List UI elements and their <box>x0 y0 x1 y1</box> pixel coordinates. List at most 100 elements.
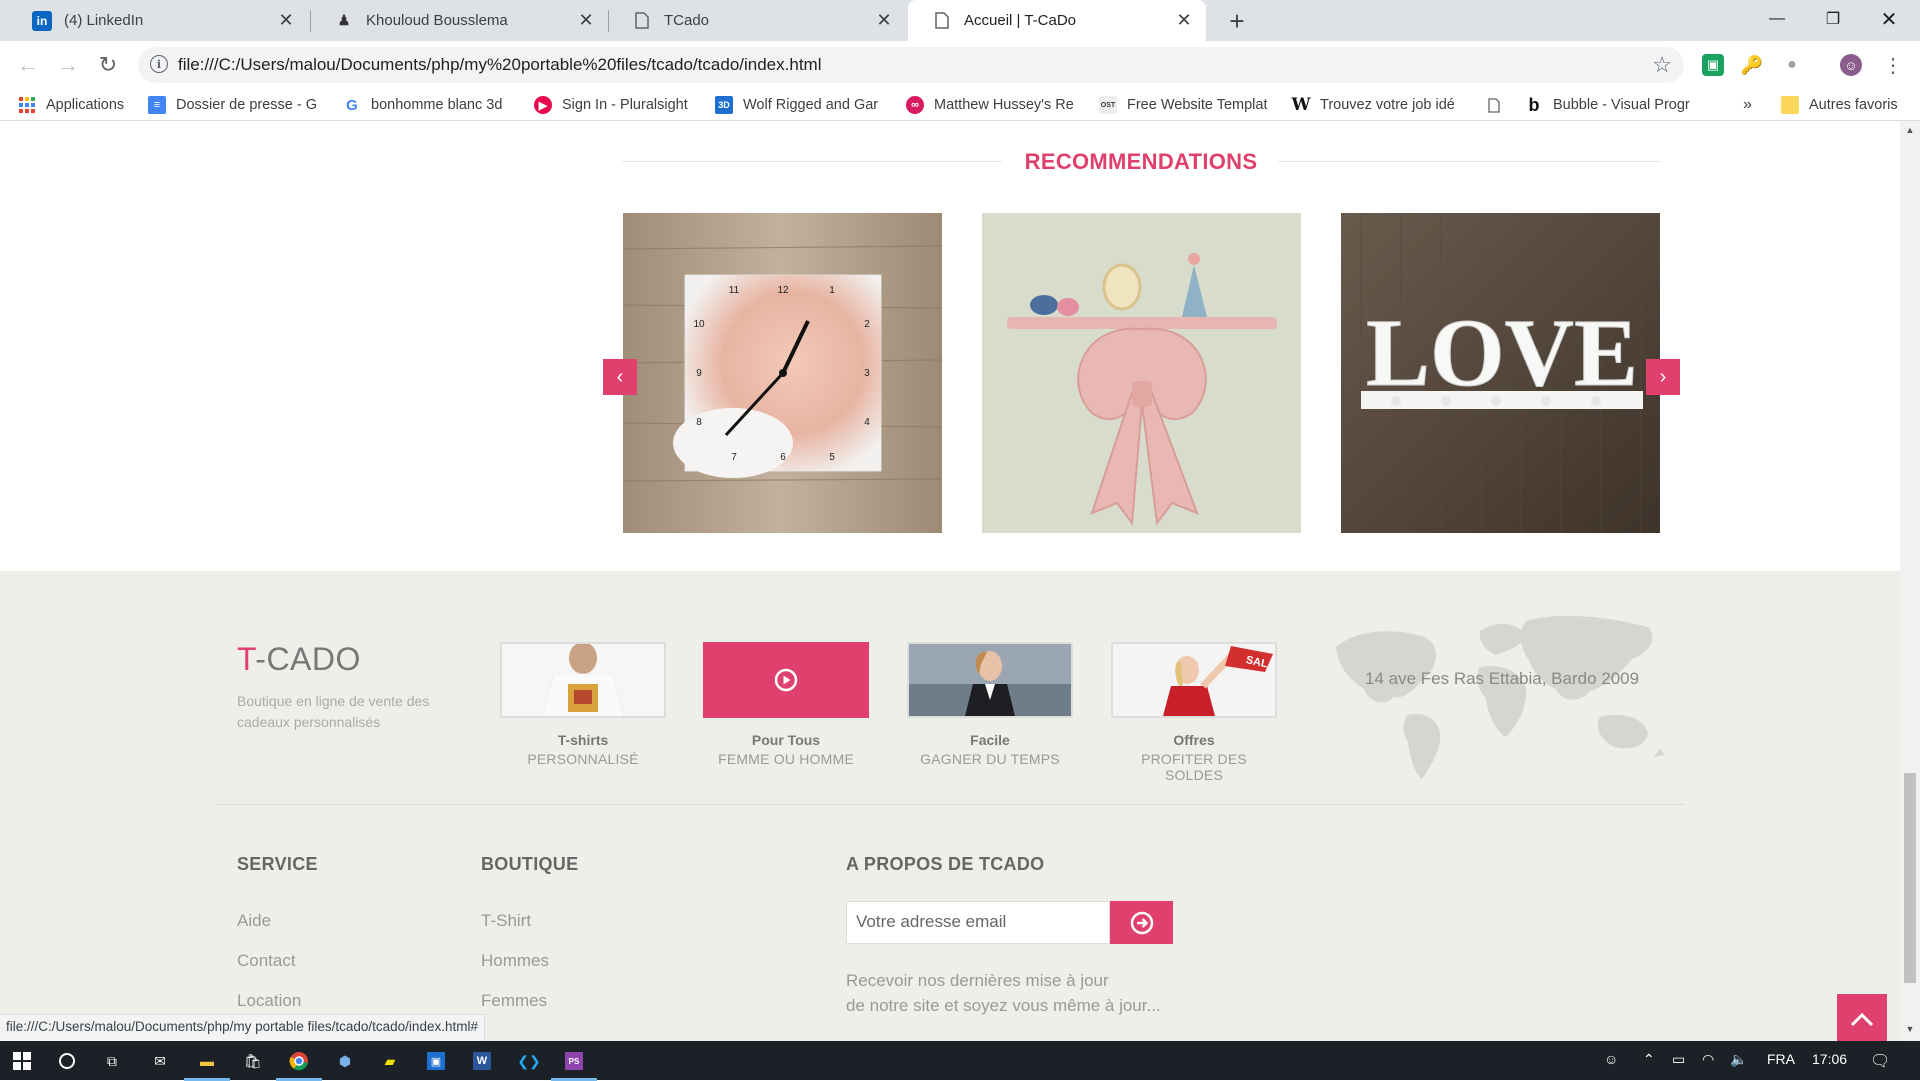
store-icon[interactable]: 🛍 <box>238 1046 268 1076</box>
link-contact[interactable]: Contact <box>237 951 296 971</box>
bookmark-label: Dossier de presse - G <box>176 97 318 113</box>
clock-number: 6 <box>780 452 786 463</box>
avatar[interactable]: ☺ <box>1840 54 1862 76</box>
recommendation-love-rack-image[interactable]: LOVE <box>1341 213 1660 533</box>
chevron-up-icon <box>1850 1012 1874 1027</box>
bookmark-other[interactable]: Autres favoris <box>1781 94 1898 116</box>
back-button[interactable]: ← <box>12 49 44 81</box>
url-text[interactable]: file:///C:/Users/malou/Documents/php/my%… <box>178 55 821 75</box>
battery-icon[interactable]: ▭ <box>1672 1051 1685 1068</box>
forward-button[interactable]: → <box>52 49 84 81</box>
people-icon[interactable]: ☺ <box>1604 1051 1618 1067</box>
minimize-button[interactable]: — <box>1750 0 1804 38</box>
address-bar[interactable]: i file:///C:/Users/malou/Documents/php/m… <box>138 47 1684 83</box>
link-aide[interactable]: Aide <box>237 911 271 931</box>
file-explorer-icon[interactable]: ▬ <box>184 1046 230 1081</box>
close-icon[interactable]: ✕ <box>1172 9 1196 33</box>
tab-accueil[interactable]: Accueil | T-CaDo ✕ <box>908 0 1206 41</box>
link-location[interactable]: Location <box>237 991 301 1011</box>
feature-pour-tous[interactable]: Pour Tous FEMME OU HOMME <box>703 642 869 767</box>
language-indicator[interactable]: FRA <box>1767 1051 1795 1067</box>
link-hommes[interactable]: Hommes <box>481 951 549 971</box>
chrome-icon[interactable] <box>276 1046 322 1081</box>
window-close-button[interactable]: ✕ <box>1862 0 1916 38</box>
world-map-image <box>1336 615 1664 779</box>
bookmark-star-icon[interactable]: ☆ <box>1652 52 1672 78</box>
info-icon[interactable]: i <box>150 55 168 73</box>
boutique-title: BOUTIQUE <box>481 854 579 874</box>
new-tab-button[interactable]: + <box>1222 6 1252 36</box>
carousel-prev-button[interactable]: ‹ <box>603 359 637 395</box>
newsletter-line: Recevoir nos dernières mise à jour <box>846 971 1109 990</box>
3d-icon: 3D <box>715 96 733 114</box>
menu-icon[interactable]: ⋮ <box>1882 54 1904 77</box>
bookmark-blank[interactable] <box>1485 94 1513 116</box>
tab-strip: in (4) LinkedIn ✕ ♟ Khouloud Bousslema ✕… <box>0 0 1920 41</box>
link-tshirt[interactable]: T-Shirt <box>481 911 531 931</box>
extension-icon[interactable]: ▣ <box>1702 54 1724 76</box>
3d-app-icon[interactable]: ⬢ <box>330 1046 360 1076</box>
close-icon[interactable]: ✕ <box>274 9 298 33</box>
mail-icon[interactable]: ✉ <box>145 1046 175 1076</box>
app-icon[interactable]: ▣ <box>421 1046 451 1076</box>
phpstorm-icon[interactable]: PS <box>551 1046 597 1081</box>
task-view-icon[interactable]: ⧉ <box>97 1046 127 1076</box>
chevron-up-icon[interactable]: ⌃ <box>1643 1051 1655 1068</box>
bookmark-bonhomme[interactable]: G bonhomme blanc 3d <box>343 94 502 116</box>
google-icon: G <box>346 96 358 114</box>
tab-tcado[interactable]: TCado ✕ <box>608 0 906 41</box>
email-input[interactable]: Votre adresse email <box>846 901 1110 944</box>
scroll-down-arrow[interactable]: ▼ <box>1904 1024 1916 1038</box>
reload-button[interactable]: ↻ <box>92 49 124 81</box>
restore-button[interactable]: ❐ <box>1806 0 1860 38</box>
page-icon <box>632 11 652 31</box>
carousel-next-button[interactable]: › <box>1646 359 1680 395</box>
sticky-notes-icon[interactable]: ▰ <box>375 1046 405 1076</box>
feature-tshirts[interactable]: T-shirts PERSONNALISÉ <box>500 642 666 767</box>
vscode-icon[interactable]: ❮❯ <box>514 1046 544 1076</box>
bookmark-applications[interactable]: Applications <box>18 94 124 116</box>
cortana-icon[interactable] <box>52 1046 82 1076</box>
feature-thumb-tshirt <box>500 642 666 718</box>
newsletter-text: Recevoir nos dernières mise à jour de no… <box>846 968 1161 1018</box>
feature-subtitle: PERSONNALISÉ <box>527 751 639 767</box>
tab-linkedin[interactable]: in (4) LinkedIn ✕ <box>8 0 308 41</box>
recommendation-clock-image[interactable]: 12 1 2 3 4 5 6 7 8 9 10 11 <box>623 213 942 533</box>
bookmarks-overflow[interactable]: » <box>1743 94 1752 116</box>
bookmark-pluralsight[interactable]: ▶ Sign In - Pluralsight <box>534 94 688 116</box>
bookmark-dossier[interactable]: ≡ Dossier de presse - G <box>148 94 317 116</box>
bookmark-wolf[interactable]: 3D Wolf Rigged and Gar <box>715 94 878 116</box>
link-femmes[interactable]: Femmes <box>481 991 547 1011</box>
close-icon[interactable]: ✕ <box>872 9 896 33</box>
bookmark-templates[interactable]: OST Free Website Templat <box>1099 94 1267 116</box>
clock[interactable]: 17:06 <box>1812 1051 1847 1067</box>
notifications-icon[interactable]: 🗨 <box>1870 1051 1890 1071</box>
feature-offres[interactable]: SAL Offres PROFITER DES SOLDES <box>1111 642 1277 783</box>
bookmark-bubble[interactable]: b Bubble - Visual Progr <box>1525 94 1690 116</box>
love-text: LOVE <box>1366 299 1638 406</box>
windows-start-icon[interactable] <box>7 1046 37 1076</box>
feature-facile[interactable]: Facile GAGNER DU TEMPS <box>907 642 1073 767</box>
wifi-icon[interactable]: ◠ <box>1702 1051 1714 1068</box>
close-icon[interactable]: ✕ <box>574 9 598 33</box>
bookmark-label: Sign In - Pluralsight <box>562 97 688 113</box>
feature-thumb-sale: SAL <box>1111 642 1277 718</box>
newsletter-line: de notre site et soyez vous même à jour.… <box>846 996 1161 1015</box>
pluralsight-icon: ▶ <box>534 96 552 114</box>
key-extension-icon[interactable]: 🔑 <box>1741 54 1763 76</box>
word-icon[interactable]: W <box>467 1046 497 1076</box>
scroll-up-arrow[interactable]: ▲ <box>1904 125 1916 139</box>
recommendation-bow-shelf-image[interactable] <box>982 213 1301 533</box>
scrollbar-thumb[interactable] <box>1904 773 1916 983</box>
bookmark-hussey[interactable]: ∞ Matthew Hussey's Re <box>906 94 1074 116</box>
shield-extension-icon[interactable]: ● <box>1781 54 1803 76</box>
footer-brand[interactable]: T-CADO <box>237 641 361 678</box>
tab-khouloud[interactable]: ♟ Khouloud Bousslema ✕ <box>310 0 608 41</box>
clock-number: 7 <box>731 452 737 463</box>
folder-icon <box>1781 96 1799 114</box>
back-to-top-button[interactable] <box>1837 994 1887 1041</box>
volume-icon[interactable]: 🔈 <box>1730 1051 1747 1068</box>
bookmark-job[interactable]: W Trouvez votre job idé <box>1291 94 1454 116</box>
subscribe-button[interactable] <box>1110 901 1173 944</box>
page-scrollbar[interactable]: ▲ ▼ <box>1900 121 1920 1041</box>
